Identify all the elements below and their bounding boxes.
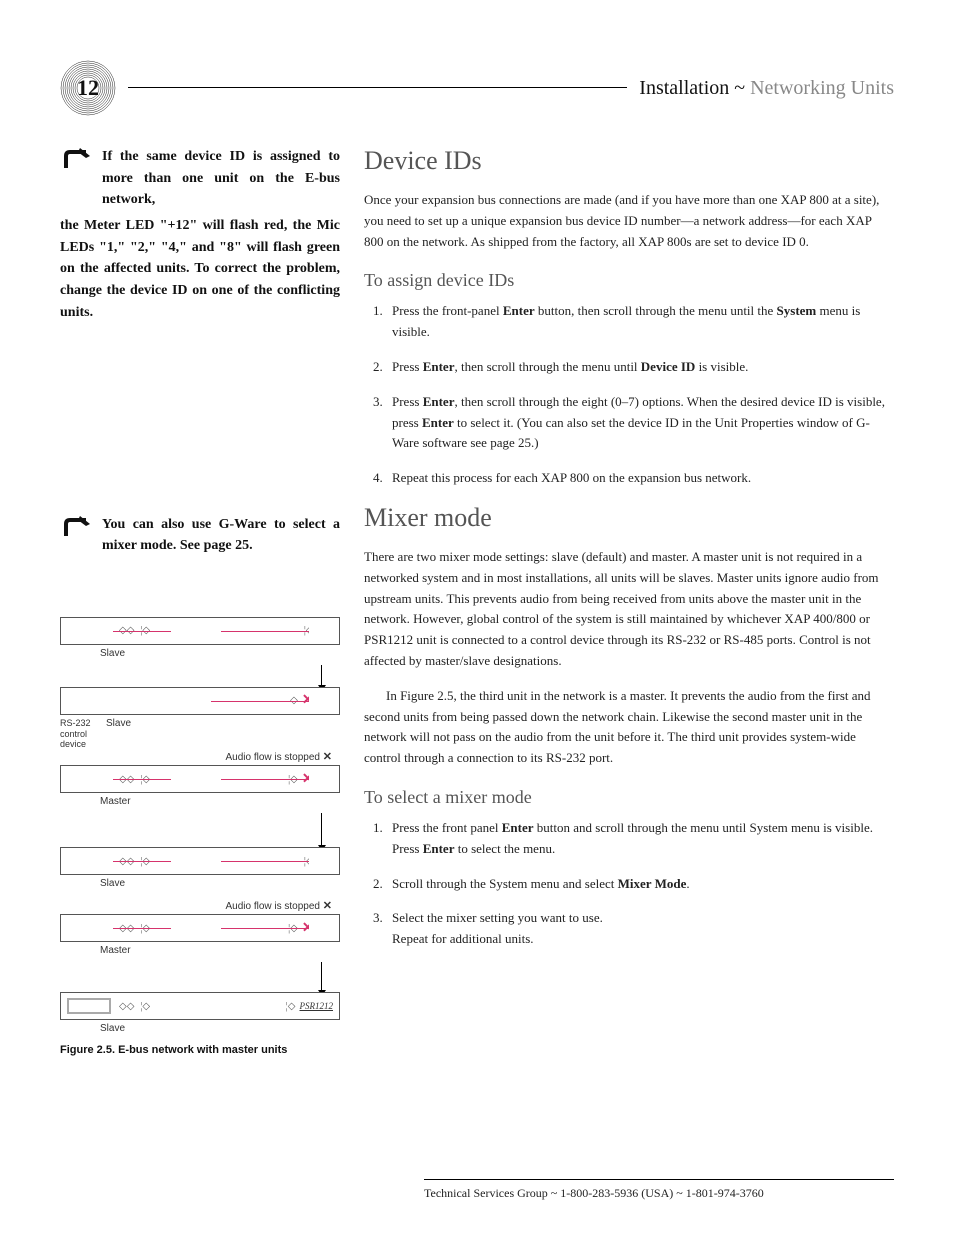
step: Scroll through the System menu and selec…: [386, 874, 894, 895]
note-text-body: the Meter LED "+12" will flash red, the …: [60, 215, 340, 323]
note-text-line1: If the same device ID is assigned to mor…: [102, 146, 340, 211]
step: Press Enter, then scroll through the men…: [386, 357, 894, 378]
heading-mixer-mode: Mixer mode: [364, 503, 894, 533]
page-number: 12: [77, 75, 99, 101]
sidebar-note-gware: You can also use G-Ware to select a mixe…: [60, 514, 340, 557]
page-number-badge: 12: [60, 60, 116, 116]
note-icon: [60, 514, 92, 557]
sidebar-note-device-id: If the same device ID is assigned to mor…: [60, 146, 340, 324]
mixer-mode-p2: In Figure 2.5, the third unit in the net…: [364, 686, 894, 769]
mixer-mode-p1: There are two mixer mode settings: slave…: [364, 547, 894, 672]
figure-unit: ◇◇¦◇ ¦◇✕◇◇: [60, 914, 340, 942]
figure-unit-label: Slave: [100, 1023, 340, 1034]
header-title-strong: Installation ~: [639, 77, 750, 99]
figure-unit: ◇◇¦◇ ¦◇◇◇: [60, 617, 340, 645]
step: Press the front-panel Enter button, then…: [386, 301, 894, 343]
heading-device-ids: Device IDs: [364, 146, 894, 176]
step: Repeat this process for each XAP 800 on …: [386, 468, 894, 489]
subheading-select-mixer: To select a mixer mode: [364, 787, 894, 808]
subheading-assign: To assign device IDs: [364, 270, 894, 291]
figure-unit-label: Slave: [106, 718, 131, 740]
figure-caption: Figure 2.5. E-bus network with master un…: [60, 1044, 340, 1056]
step: Select the mixer setting you want to use…: [386, 908, 894, 950]
page-header: 12 Installation ~ Networking Units: [60, 60, 894, 116]
figure-unit: ◇◇¦◇ ¦◇PSR1212: [60, 992, 340, 1020]
note-icon: [60, 146, 92, 211]
steps-select-mixer: Press the front panel Enter button and s…: [364, 818, 894, 950]
header-title: Installation ~ Networking Units: [639, 77, 894, 100]
figure-rs232-label: RS-232 control device: [60, 718, 100, 750]
header-rule: [128, 87, 627, 88]
figure-unit-label: Slave: [100, 648, 340, 659]
figure-2-5: ◇◇¦◇ ¦◇◇◇ Slave ◇✕◇◇: [60, 617, 340, 1056]
figure-unit-label: Slave: [100, 878, 340, 889]
figure-unit-label: Master: [100, 796, 340, 807]
figure-audio-stopped: Audio flow is stopped ✕: [60, 750, 332, 763]
figure-unit: ◇◇¦◇ ¦◇✕◇◇: [60, 765, 340, 793]
figure-audio-stopped: Audio flow is stopped ✕: [60, 899, 332, 912]
page-footer: Technical Services Group ~ 1-800-283-593…: [424, 1179, 894, 1201]
figure-unit-label: Master: [100, 945, 340, 956]
figure-unit: ◇✕◇◇: [60, 687, 340, 715]
header-title-light: Networking Units: [750, 77, 894, 99]
note-gware-text: You can also use G-Ware to select a mixe…: [102, 514, 340, 557]
step: Press Enter, then scroll through the eig…: [386, 392, 894, 454]
figure-unit: ◇◇¦◇ ¦◇◇◇: [60, 847, 340, 875]
device-ids-intro: Once your expansion bus connections are …: [364, 190, 894, 252]
steps-assign-device-ids: Press the front-panel Enter button, then…: [364, 301, 894, 489]
step: Press the front panel Enter button and s…: [386, 818, 894, 860]
figure-psr-label: PSR1212: [300, 1001, 334, 1011]
